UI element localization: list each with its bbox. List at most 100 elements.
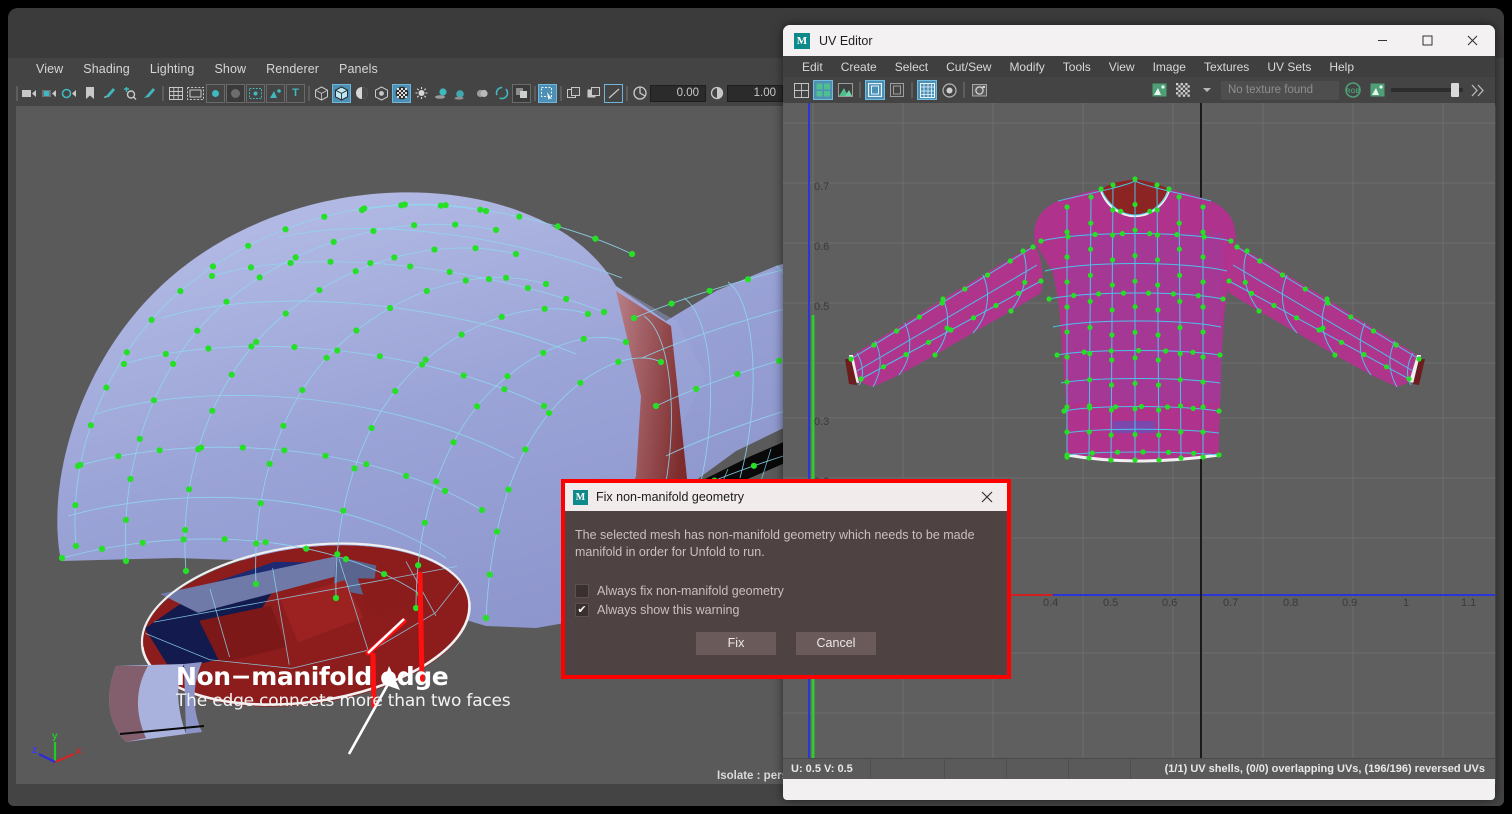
uv-menu-create[interactable]: Create (832, 58, 886, 76)
safe-action-icon[interactable] (246, 83, 265, 103)
xray-icon[interactable] (492, 84, 511, 103)
uv-isolate-icon[interactable] (939, 80, 959, 100)
image-icon[interactable] (1149, 80, 1169, 100)
menu-view[interactable]: View (26, 60, 73, 78)
tick-u-0-8: 0.8 (1283, 597, 1298, 609)
screenshot-root: View Shading Lighting Show Renderer Pane… (0, 0, 1512, 814)
expand-arrows-icon[interactable] (1467, 80, 1487, 100)
checker-icon[interactable] (1173, 80, 1193, 100)
maximize-button[interactable] (1405, 25, 1450, 56)
uv-menu-image[interactable]: Image (1144, 58, 1195, 76)
paint-icon[interactable] (100, 84, 119, 103)
toolbar-separator (306, 85, 311, 102)
chevron-down-icon[interactable] (1197, 80, 1217, 100)
status-cell-2 (871, 758, 945, 779)
uv-display-shaded-icon[interactable] (813, 80, 833, 100)
maya-app-icon: M (573, 489, 588, 505)
texture-name-field[interactable]: No texture found (1221, 80, 1339, 100)
duplicate-icon[interactable] (564, 84, 583, 103)
menu-show[interactable]: Show (204, 60, 256, 78)
uv-menu-select[interactable]: Select (886, 58, 937, 76)
uv-editor-menubar: Edit Create Select Cut/Sew Modify Tools … (783, 56, 1495, 77)
camera-icon[interactable] (20, 84, 39, 103)
uv-menu-textures[interactable]: Textures (1195, 58, 1258, 76)
uv-toolbar-separator (961, 81, 967, 99)
uv-grid-lines-icon[interactable] (917, 80, 937, 100)
dialog-close-button[interactable] (973, 483, 1001, 511)
uv-toolbar-separator (857, 81, 863, 99)
tick-v-0-3: 0.3 (814, 416, 829, 428)
always-warn-checkbox[interactable]: ✔ (575, 602, 589, 617)
brush-icon[interactable] (140, 84, 159, 103)
svg-text:z: z (32, 745, 37, 756)
uv-grid-icon[interactable] (791, 80, 811, 100)
menu-renderer[interactable]: Renderer (256, 60, 329, 78)
uv-menu-help[interactable]: Help (1320, 58, 1363, 76)
uv-menu-view[interactable]: View (1100, 58, 1144, 76)
dialog-message: The selected mesh has non-manifold geome… (575, 528, 975, 559)
exposure-field[interactable]: 0.00 (650, 84, 706, 102)
dialog-buttons: Fix Cancel (575, 631, 997, 655)
grid-icon[interactable] (166, 84, 185, 103)
wireframe-icon[interactable] (312, 84, 331, 103)
menu-lighting[interactable]: Lighting (140, 60, 205, 78)
ao-icon[interactable] (452, 84, 471, 103)
always-fix-checkbox[interactable] (575, 583, 589, 598)
uv-shell-sweater (845, 176, 1425, 463)
dialog-titlebar[interactable]: M Fix non-manifold geometry (565, 483, 1007, 511)
motion-blur-icon[interactable] (472, 84, 491, 103)
uv-menu-uv-sets[interactable]: UV Sets (1258, 58, 1320, 76)
gamma-field[interactable]: 1.00 (727, 84, 783, 102)
gate-mask-icon[interactable] (226, 83, 245, 103)
shaded-wireframe-icon[interactable] (352, 84, 371, 103)
xray-joints-icon[interactable] (512, 83, 531, 103)
menu-panels[interactable]: Panels (329, 60, 388, 78)
isolate-select-icon[interactable] (538, 83, 557, 103)
axis-gizmo: y x z (30, 724, 90, 776)
fix-button[interactable]: Fix (696, 631, 776, 655)
light-icon[interactable] (412, 84, 431, 103)
snap-icon[interactable] (120, 84, 139, 103)
slider-knob[interactable] (1451, 83, 1459, 97)
text-icon[interactable]: T (286, 83, 305, 103)
uv-menu-tools[interactable]: Tools (1054, 58, 1100, 76)
gamma-icon[interactable] (707, 84, 726, 103)
minimize-button[interactable] (1360, 25, 1405, 56)
tick-u-0-6: 0.6 (1162, 597, 1177, 609)
uv-editor-titlebar[interactable]: M UV Editor (783, 25, 1495, 56)
film-gate-icon[interactable] (186, 84, 205, 103)
checkbox-row-always-warn[interactable]: ✔ Always show this warning (575, 602, 997, 617)
dim-images-slider[interactable] (1391, 83, 1463, 97)
uv-menu-edit[interactable]: Edit (793, 58, 832, 76)
toolbar-separator (160, 85, 165, 102)
rgb-channel-icon[interactable]: RGB (1343, 80, 1363, 100)
uv-texture-border-icon[interactable] (865, 80, 885, 100)
frame-icon[interactable] (604, 83, 623, 103)
exposure-icon[interactable] (630, 84, 649, 103)
uv-editor-window: M UV Editor Edit Create Select Cut/Sew M… (783, 25, 1495, 800)
uv-display-distortion-icon[interactable] (835, 80, 855, 100)
image-alpha-icon[interactable] (1367, 80, 1387, 100)
shaded-icon[interactable] (332, 83, 351, 103)
uv-menu-cut-sew[interactable]: Cut/Sew (937, 58, 1000, 76)
cancel-button[interactable]: Cancel (796, 631, 876, 655)
uv-image-range-icon[interactable] (887, 80, 907, 100)
resolution-gate-icon[interactable] (206, 83, 225, 103)
tick-u-0-4: 0.4 (1043, 597, 1058, 609)
camera-settings-icon[interactable] (60, 84, 79, 103)
textured-icon[interactable] (372, 84, 391, 103)
checkbox-row-always-fix[interactable]: Always fix non-manifold geometry (575, 583, 997, 598)
uv-editor-title: UV Editor (819, 33, 873, 48)
uv-snapshot-icon[interactable] (969, 80, 989, 100)
shadow-icon[interactable] (432, 84, 451, 103)
uv-menu-modify[interactable]: Modify (1000, 58, 1053, 76)
uv-shell-info: (1/1) UV shells, (0/0) overlapping UVs, … (1164, 763, 1485, 775)
safe-title-icon[interactable] (266, 83, 285, 103)
camera-lock-icon[interactable] (40, 84, 59, 103)
menu-shading[interactable]: Shading (73, 60, 140, 78)
toolbar-separator (532, 85, 537, 102)
bookmark-icon[interactable] (80, 84, 99, 103)
duplicate-filled-icon[interactable] (584, 84, 603, 103)
close-button[interactable] (1450, 25, 1495, 56)
checker-icon[interactable] (392, 83, 411, 103)
